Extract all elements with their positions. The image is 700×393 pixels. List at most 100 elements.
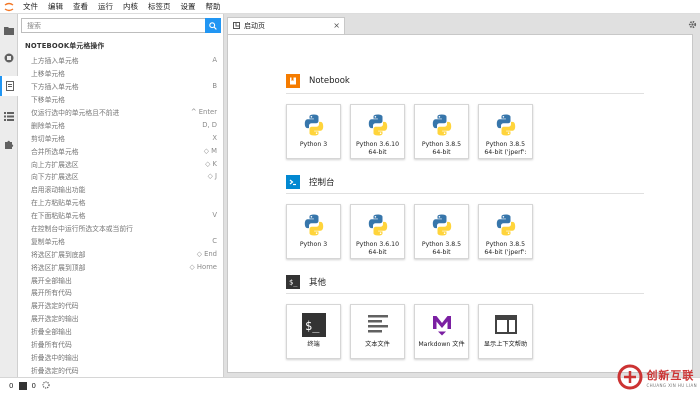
- command-item[interactable]: 剪切单元格 X: [18, 131, 223, 144]
- command-item[interactable]: 上方插入单元格 A: [18, 54, 223, 67]
- launcher-card-text-file[interactable]: 文本文件: [350, 304, 405, 359]
- menu-kernel[interactable]: 内核: [118, 1, 143, 12]
- tab-label: 启动页: [244, 22, 265, 30]
- launcher-card-markdown[interactable]: Markdown 文件: [414, 304, 469, 359]
- launcher-card-console-python385[interactable]: Python 3.8.5 64-bit: [414, 204, 469, 259]
- command-shortcut: B: [212, 82, 217, 91]
- command-item[interactable]: 折叠选定的代码: [18, 363, 223, 376]
- divider: [286, 93, 644, 94]
- python-logo-icon: [366, 112, 390, 138]
- card-label: Python 3.8.5 64-bit: [421, 241, 462, 256]
- command-item[interactable]: 在下面粘贴单元格 V: [18, 209, 223, 222]
- launcher-tab-icon: [233, 21, 240, 31]
- command-label: 展开所有代码: [31, 289, 72, 298]
- command-item[interactable]: 在控制台中运行所选文本或当前行: [18, 222, 223, 235]
- folder-icon[interactable]: [0, 20, 18, 40]
- command-label: 在下面粘贴单元格: [31, 212, 86, 221]
- command-label: 展开选定的输出: [31, 315, 79, 324]
- menu-file[interactable]: 文件: [18, 1, 43, 12]
- terminal-status-icon: [19, 381, 28, 390]
- commands-icon[interactable]: [0, 76, 18, 96]
- command-label: 在上方粘贴单元格: [31, 199, 86, 208]
- status-bar: 0 0: [0, 377, 700, 393]
- commands-panel: NOTEBOOK单元格操作 上方插入单元格 A 上移单元格下方插入单元格 B 下移单元格…: [18, 14, 224, 377]
- command-shortcut: X: [212, 133, 217, 142]
- command-shortcut: ◇ J: [207, 172, 217, 181]
- svg-text:$_: $_: [305, 319, 320, 333]
- launcher-card-console-python3610[interactable]: Python 3.6.10 64-bit: [350, 204, 405, 259]
- command-label: 折叠选中的输出: [31, 353, 79, 362]
- command-label: 将选区扩展到底部: [31, 250, 86, 259]
- menu-view[interactable]: 查看: [68, 1, 93, 12]
- launcher-card-notebook-jperf[interactable]: Python 3.8.5 64-bit ('jperf':: [478, 104, 533, 159]
- running-icon[interactable]: [0, 48, 18, 68]
- command-search-input[interactable]: [22, 19, 208, 32]
- extension-icon[interactable]: [0, 134, 18, 154]
- launcher-card-console-python3[interactable]: Python 3: [286, 204, 341, 259]
- command-item[interactable]: 向上方扩展选区 ◇ K: [18, 157, 223, 170]
- section-notebook: Notebook: [286, 74, 350, 88]
- terminal-icon: $_: [301, 312, 326, 338]
- card-label: Python 3.6.10 64-bit: [355, 141, 400, 156]
- command-item[interactable]: 将选区扩展到底部 ◇ End: [18, 247, 223, 260]
- jupyter-logo-icon: [0, 0, 18, 14]
- card-label: 文本文件: [365, 341, 390, 348]
- command-label: 剪切单元格: [31, 134, 65, 143]
- card-label: 显示上下文帮助: [483, 341, 528, 348]
- command-item[interactable]: 仅运行选中的单元格且不前进 ^ Enter: [18, 106, 223, 119]
- close-icon[interactable]: ×: [333, 21, 340, 30]
- command-label: 删除单元格: [31, 121, 65, 130]
- search-icon[interactable]: [205, 18, 221, 33]
- command-item[interactable]: 下移单元格: [18, 93, 223, 106]
- tabs-icon[interactable]: [0, 106, 18, 126]
- launcher-card-notebook-python3[interactable]: Python 3: [286, 104, 341, 159]
- card-label: Python 3: [299, 141, 328, 148]
- command-item[interactable]: 在上方粘贴单元格: [18, 196, 223, 209]
- command-item[interactable]: 上移单元格: [18, 67, 223, 80]
- card-label: 终端: [307, 341, 320, 348]
- command-label: 折叠所有代码: [31, 341, 72, 350]
- menu-run[interactable]: 运行: [93, 1, 118, 12]
- command-item[interactable]: 下方插入单元格 B: [18, 80, 223, 93]
- command-item[interactable]: 将选区扩展到顶部 ◇ Home: [18, 260, 223, 273]
- python-logo-icon: [302, 112, 326, 138]
- python-logo-icon: [366, 212, 390, 238]
- command-item[interactable]: 展开全部输出: [18, 273, 223, 286]
- command-item[interactable]: 展开选定的输出: [18, 312, 223, 325]
- launcher-card-console-jperf[interactable]: Python 3.8.5 64-bit ('jperf':: [478, 204, 533, 259]
- card-label: Python 3.6.10 64-bit: [355, 241, 400, 256]
- command-item[interactable]: 合并所选单元格 ◇ M: [18, 144, 223, 157]
- kernel-count[interactable]: 0: [9, 382, 13, 390]
- launcher-card-notebook-python385[interactable]: Python 3.8.5 64-bit: [414, 104, 469, 159]
- markdown-icon: [430, 312, 454, 338]
- command-item[interactable]: 展开所有代码: [18, 286, 223, 299]
- command-item[interactable]: 复制单元格 C: [18, 234, 223, 247]
- menu-help[interactable]: 帮助: [201, 1, 226, 12]
- launcher-card-notebook-python3610[interactable]: Python 3.6.10 64-bit: [350, 104, 405, 159]
- menu-settings[interactable]: 设置: [176, 1, 201, 12]
- command-item[interactable]: 向下方扩展选区 ◇ J: [18, 170, 223, 183]
- command-item[interactable]: 折叠选中的输出: [18, 350, 223, 363]
- command-shortcut: ◇ Home: [189, 262, 217, 271]
- command-label: 上移单元格: [31, 70, 65, 79]
- command-label: 向上方扩展选区: [31, 160, 79, 169]
- card-label: Markdown 文件: [418, 341, 465, 348]
- launcher-card-context-help[interactable]: 显示上下文帮助: [478, 304, 533, 359]
- command-item[interactable]: 启用滚动输出功能: [18, 183, 223, 196]
- command-item[interactable]: 折叠全部输出: [18, 325, 223, 338]
- command-item[interactable]: 折叠所有代码: [18, 338, 223, 351]
- tab-launcher[interactable]: 启动页 ×: [227, 17, 345, 34]
- command-item[interactable]: 删除单元格 D, D: [18, 118, 223, 131]
- watermark-logo-icon: [617, 364, 643, 390]
- menu-tabs[interactable]: 标签页: [143, 1, 176, 12]
- console-icon: [286, 175, 300, 189]
- gear-icon[interactable]: [688, 20, 697, 31]
- menu-edit[interactable]: 编辑: [43, 1, 68, 12]
- command-label: 仅运行选中的单元格且不前进: [31, 109, 120, 117]
- launcher-card-terminal[interactable]: $_ 终端: [286, 304, 341, 359]
- command-item[interactable]: 展开选定的代码: [18, 299, 223, 312]
- command-label: 在控制台中运行所选文本或当前行: [31, 225, 133, 234]
- command-label: 折叠选定的代码: [31, 366, 79, 375]
- terminal-count[interactable]: 0: [31, 382, 35, 390]
- command-list: 上方插入单元格 A 上移单元格 下方插入单元格 B 下移单元格 仅运行选中的单元格且不前进 ^…: [18, 54, 223, 376]
